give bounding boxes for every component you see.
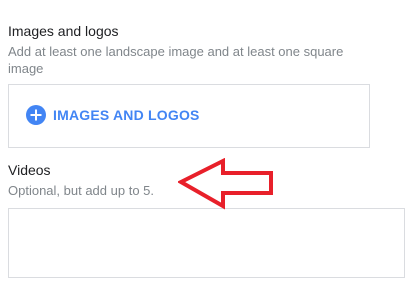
- red-arrow-left-icon: [178, 158, 273, 210]
- images-section-title: Images and logos: [8, 23, 119, 39]
- add-images-and-logos-button[interactable]: IMAGES AND LOGOS: [26, 104, 200, 126]
- videos-upload-box[interactable]: [8, 208, 405, 278]
- add-images-and-logos-label: IMAGES AND LOGOS: [53, 107, 200, 123]
- plus-circle-icon: [26, 105, 46, 125]
- videos-section-title: Videos: [8, 162, 51, 178]
- images-section-description: Add at least one landscape image and at …: [8, 44, 344, 76]
